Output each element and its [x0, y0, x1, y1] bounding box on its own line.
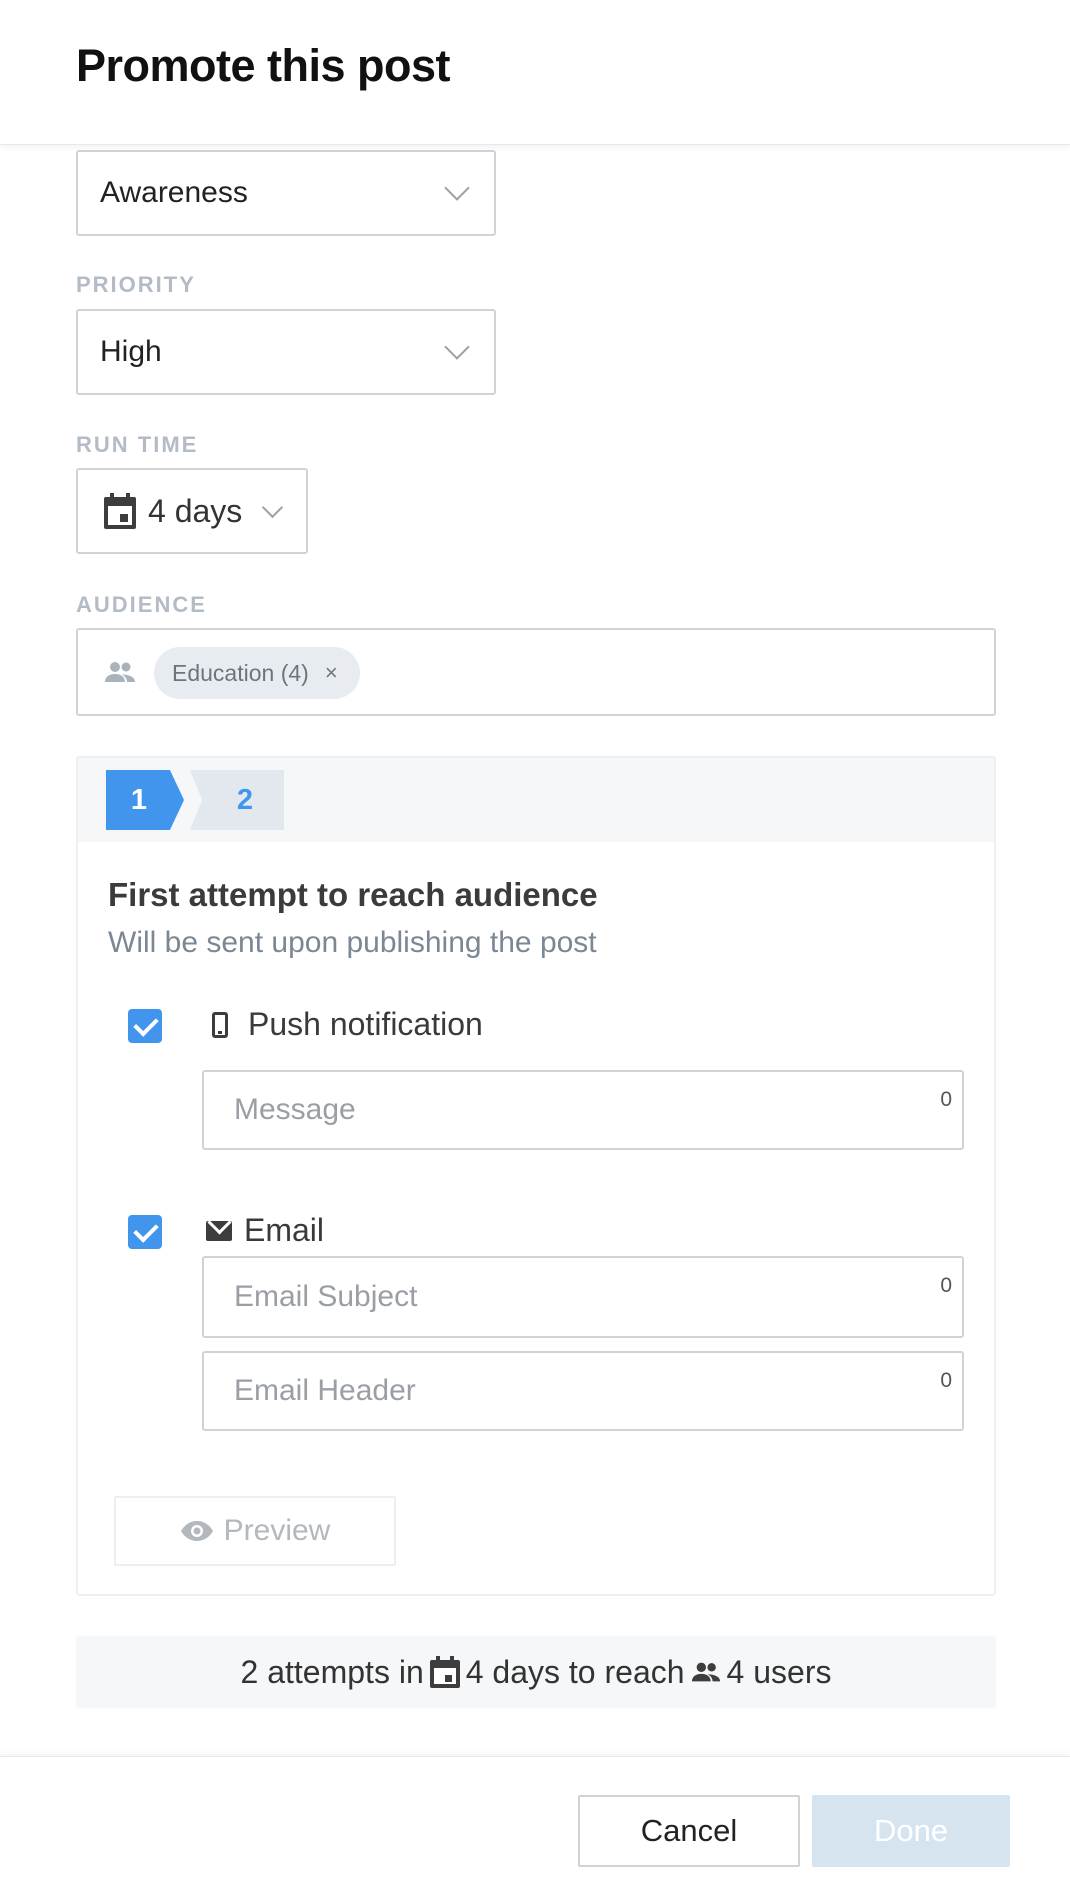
push-notification-checkbox[interactable] [128, 1009, 162, 1043]
priority-select[interactable]: High [76, 309, 496, 395]
objective-value: Awareness [100, 176, 248, 209]
preview-label: Preview [223, 1514, 331, 1547]
attempt-card: 1 2 First attempt to reach audience Will… [76, 756, 996, 1596]
step-2-tab[interactable]: 2 [190, 770, 284, 830]
modal-footer: Cancel Done [0, 1756, 1070, 1892]
modal-title: Promote this post [76, 40, 451, 91]
audience-chip: Education (4) × [154, 647, 360, 699]
email-header-placeholder: Email Header [234, 1374, 416, 1407]
summary-attempts: 2 attempts in [240, 1653, 424, 1690]
preview-button[interactable]: Preview [114, 1496, 396, 1566]
priority-value: High [100, 335, 162, 368]
audience-input[interactable]: Education (4) × [76, 628, 996, 716]
email-subject-char-count: 0 [940, 1274, 952, 1297]
chevron-down-icon [261, 496, 284, 519]
message-placeholder: Message [234, 1093, 356, 1126]
step-bar: 1 2 [78, 758, 994, 842]
eye-icon [180, 1521, 213, 1541]
email-header-field[interactable]: Email Header 0 [202, 1351, 964, 1431]
reach-summary: 2 attempts in 4 days to reach 4 users [76, 1636, 996, 1708]
priority-label: PRIORITY [76, 272, 196, 297]
objective-select[interactable]: Awareness [76, 150, 496, 236]
people-icon [105, 662, 135, 682]
audience-chip-label: Education (4) [172, 659, 309, 686]
email-checkbox[interactable] [128, 1215, 162, 1249]
phone-icon [212, 1011, 228, 1038]
message-field[interactable]: Message 0 [202, 1070, 964, 1150]
calendar-icon [104, 493, 136, 529]
summary-duration: 4 days to reach [465, 1653, 685, 1690]
summary-users: 4 users [726, 1653, 832, 1690]
modal-header: Promote this post [0, 0, 1070, 145]
chevron-down-icon [444, 334, 470, 360]
email-option: Email [206, 1212, 324, 1249]
push-notification-label: Push notification [248, 1006, 483, 1042]
chip-remove-icon[interactable]: × [325, 660, 338, 686]
email-subject-field[interactable]: Email Subject 0 [202, 1256, 964, 1338]
chevron-down-icon [444, 175, 470, 201]
done-button[interactable]: Done [812, 1795, 1010, 1867]
email-header-char-count: 0 [940, 1369, 952, 1392]
mail-icon [206, 1220, 232, 1241]
attempt-subtitle: Will be sent upon publishing the post [108, 926, 597, 959]
people-icon [691, 1662, 720, 1682]
cancel-button[interactable]: Cancel [578, 1795, 800, 1867]
run-time-select[interactable]: 4 days [76, 468, 308, 554]
run-time-value: 4 days [148, 492, 243, 529]
attempt-title: First attempt to reach audience [108, 876, 598, 913]
push-notification-option: Push notification [212, 1006, 483, 1043]
message-char-count: 0 [940, 1088, 952, 1111]
audience-label: AUDIENCE [76, 592, 207, 617]
calendar-icon [429, 1656, 460, 1688]
step-1-tab[interactable]: 1 [106, 770, 184, 830]
email-label: Email [244, 1212, 325, 1248]
run-time-label: RUN TIME [76, 432, 199, 457]
email-subject-placeholder: Email Subject [234, 1280, 418, 1313]
